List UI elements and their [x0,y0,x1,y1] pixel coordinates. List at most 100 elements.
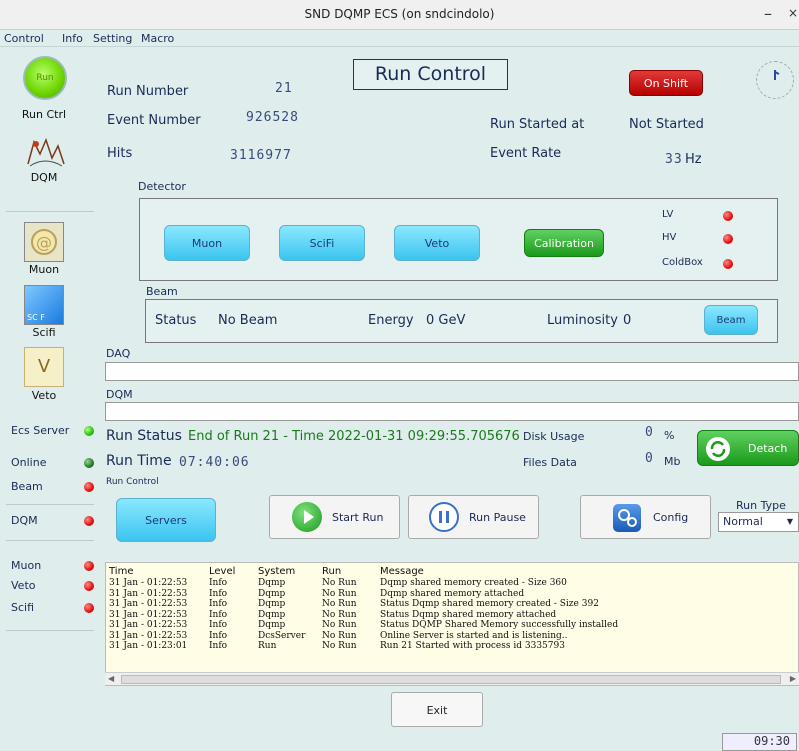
table-row[interactable]: 31 Jan - 01:23:01 Info Run No Run Run 21 Sta… [109,641,618,652]
log-cell: 31 Jan - 01:22:53 [109,599,188,609]
log-cell: DcsServer [258,630,306,641]
table-row[interactable]: 31 Jan - 01:22:53 Info Dqmp No Run Dqmp shar… [109,578,618,589]
log-cell: Status Dqmp shared memory attached [380,609,557,620]
log-cell: Info [209,641,228,651]
clock-display: 09:30 [722,733,797,751]
close-button[interactable]: × [788,6,798,20]
coldbox-label: ColdBox [662,257,703,268]
table-row[interactable]: 31 Jan - 01:22:53 Info Dqmp No Run Status Dq… [109,599,618,610]
status-led-icon [84,426,94,436]
run-pause-button[interactable]: Run Pause [408,495,539,539]
disk-usage-label: Disk Usage [523,430,585,443]
log-cell: Dqmp shared memory created - Size 360 [380,578,567,588]
status-label: Beam [11,480,43,493]
run-type-select[interactable]: Normal ▼ [718,512,799,532]
dqm-label: DQM [30,171,58,184]
col-system: System [258,566,296,577]
log-cell: 31 Jan - 01:22:53 [109,630,188,641]
on-shift-button[interactable]: On Shift [629,70,703,96]
log-cell: Info [209,588,228,599]
log-cell: Dqmp [258,620,286,630]
scroll-right-icon[interactable]: ▶ [790,674,796,683]
scifi-icon[interactable]: SC F [24,285,64,325]
pause-icon [429,502,459,532]
status-label: Veto [11,579,36,592]
status-label: DQM [11,514,38,527]
files-data-unit: Mb [664,455,681,468]
menu-setting[interactable]: Setting [93,32,132,45]
run-type-label: Run Type [736,499,786,512]
daq-label: DAQ [106,347,131,360]
scrollbar-thumb[interactable] [121,675,781,684]
status-divider [6,540,94,541]
menu-macro[interactable]: Macro [141,32,174,45]
minimize-button[interactable]: – [764,4,772,23]
status-online: Online [0,453,100,475]
status-label: Muon [11,559,42,572]
menu-control[interactable]: Control [4,32,44,45]
clock-dial-icon [756,61,794,99]
run-number-label: Run Number [107,84,189,99]
coldbox-led-icon [723,259,733,269]
log-cell: Status Dqmp shared memory created - Size… [380,599,599,609]
event-number-label: Event Number [107,113,201,128]
veto-icon[interactable]: V [24,347,64,387]
config-button[interactable]: Config [580,495,711,539]
run-status-label: Run Status [106,428,182,444]
table-row[interactable]: 31 Jan - 01:22:53 Info Dqmp No Run Status DQ… [109,620,618,631]
log-cell: Info [209,599,228,609]
event-rate-value: 33 [665,152,683,167]
hv-label: HV [662,232,677,243]
hits-value: 3116977 [230,148,292,163]
detector-label: Detector [138,180,186,193]
status-ecs-server: Ecs Server [0,421,100,443]
beam-button[interactable]: Beam [704,305,758,335]
log-cell: Status DQMP Shared Memory successfully i… [380,620,619,630]
log-cell: 31 Jan - 01:22:53 [109,578,188,588]
start-run-label: Start Run [332,511,384,524]
calibration-button[interactable]: Calibration [524,229,604,257]
status-divider [6,630,94,631]
exit-button[interactable]: Exit [391,692,483,727]
servers-button[interactable]: Servers [116,498,216,542]
table-row[interactable]: 31 Jan - 01:22:53 Info Dqmp No Run Dqmp shar… [109,589,618,600]
dqm-icon[interactable] [22,134,68,170]
scifi-detector-button[interactable]: SciFi [279,225,365,261]
log-cell: No Run [322,609,357,620]
log-cell: No Run [322,630,357,641]
veto-label: Veto [31,389,57,402]
table-row[interactable]: 31 Jan - 01:22:53 Info DcsServer No Run Onli… [109,631,618,642]
svg-text:@: @ [36,233,52,252]
muon-icon[interactable]: @ [24,222,64,262]
run-ctrl-button[interactable]: Run [23,56,67,100]
muon-detector-button[interactable]: Muon [164,225,250,261]
detach-button[interactable]: Detach [697,430,799,466]
log-cell: Run [258,641,277,651]
dqm-field[interactable] [105,402,799,421]
log-cell: Info [209,630,228,641]
lv-led-icon [723,211,733,221]
beam-label: Beam [146,285,178,298]
menu-info[interactable]: Info [62,32,83,45]
veto-detector-button[interactable]: Veto [394,225,480,261]
log-table[interactable]: Time Level System Run Message 31 Jan - 0… [105,562,799,686]
luminosity-value: 0 [623,313,632,328]
event-rate-label: Event Rate [490,146,562,161]
status-muon: Muon [0,556,100,578]
daq-field[interactable] [105,362,799,381]
run-started-label: Run Started at [490,117,585,132]
log-cell: 31 Jan - 01:22:53 [109,609,188,620]
run-type-value: Normal [723,515,763,528]
scroll-left-icon[interactable]: ◀ [108,674,114,683]
disk-usage-unit: % [664,429,675,442]
log-cell: No Run [322,620,357,630]
run-time-label: Run Time [106,453,172,469]
table-row[interactable]: 31 Jan - 01:22:53 Info Dqmp No Run Status Dq… [109,610,618,621]
log-cell: No Run [322,641,357,651]
log-cell: Info [209,578,228,588]
start-run-button[interactable]: Start Run [269,495,400,539]
hits-label: Hits [107,146,133,161]
horizontal-scrollbar[interactable]: ◀ ▶ [105,672,799,685]
log-cell: No Run [322,578,357,588]
log-cell: 31 Jan - 01:23:01 [109,641,188,651]
